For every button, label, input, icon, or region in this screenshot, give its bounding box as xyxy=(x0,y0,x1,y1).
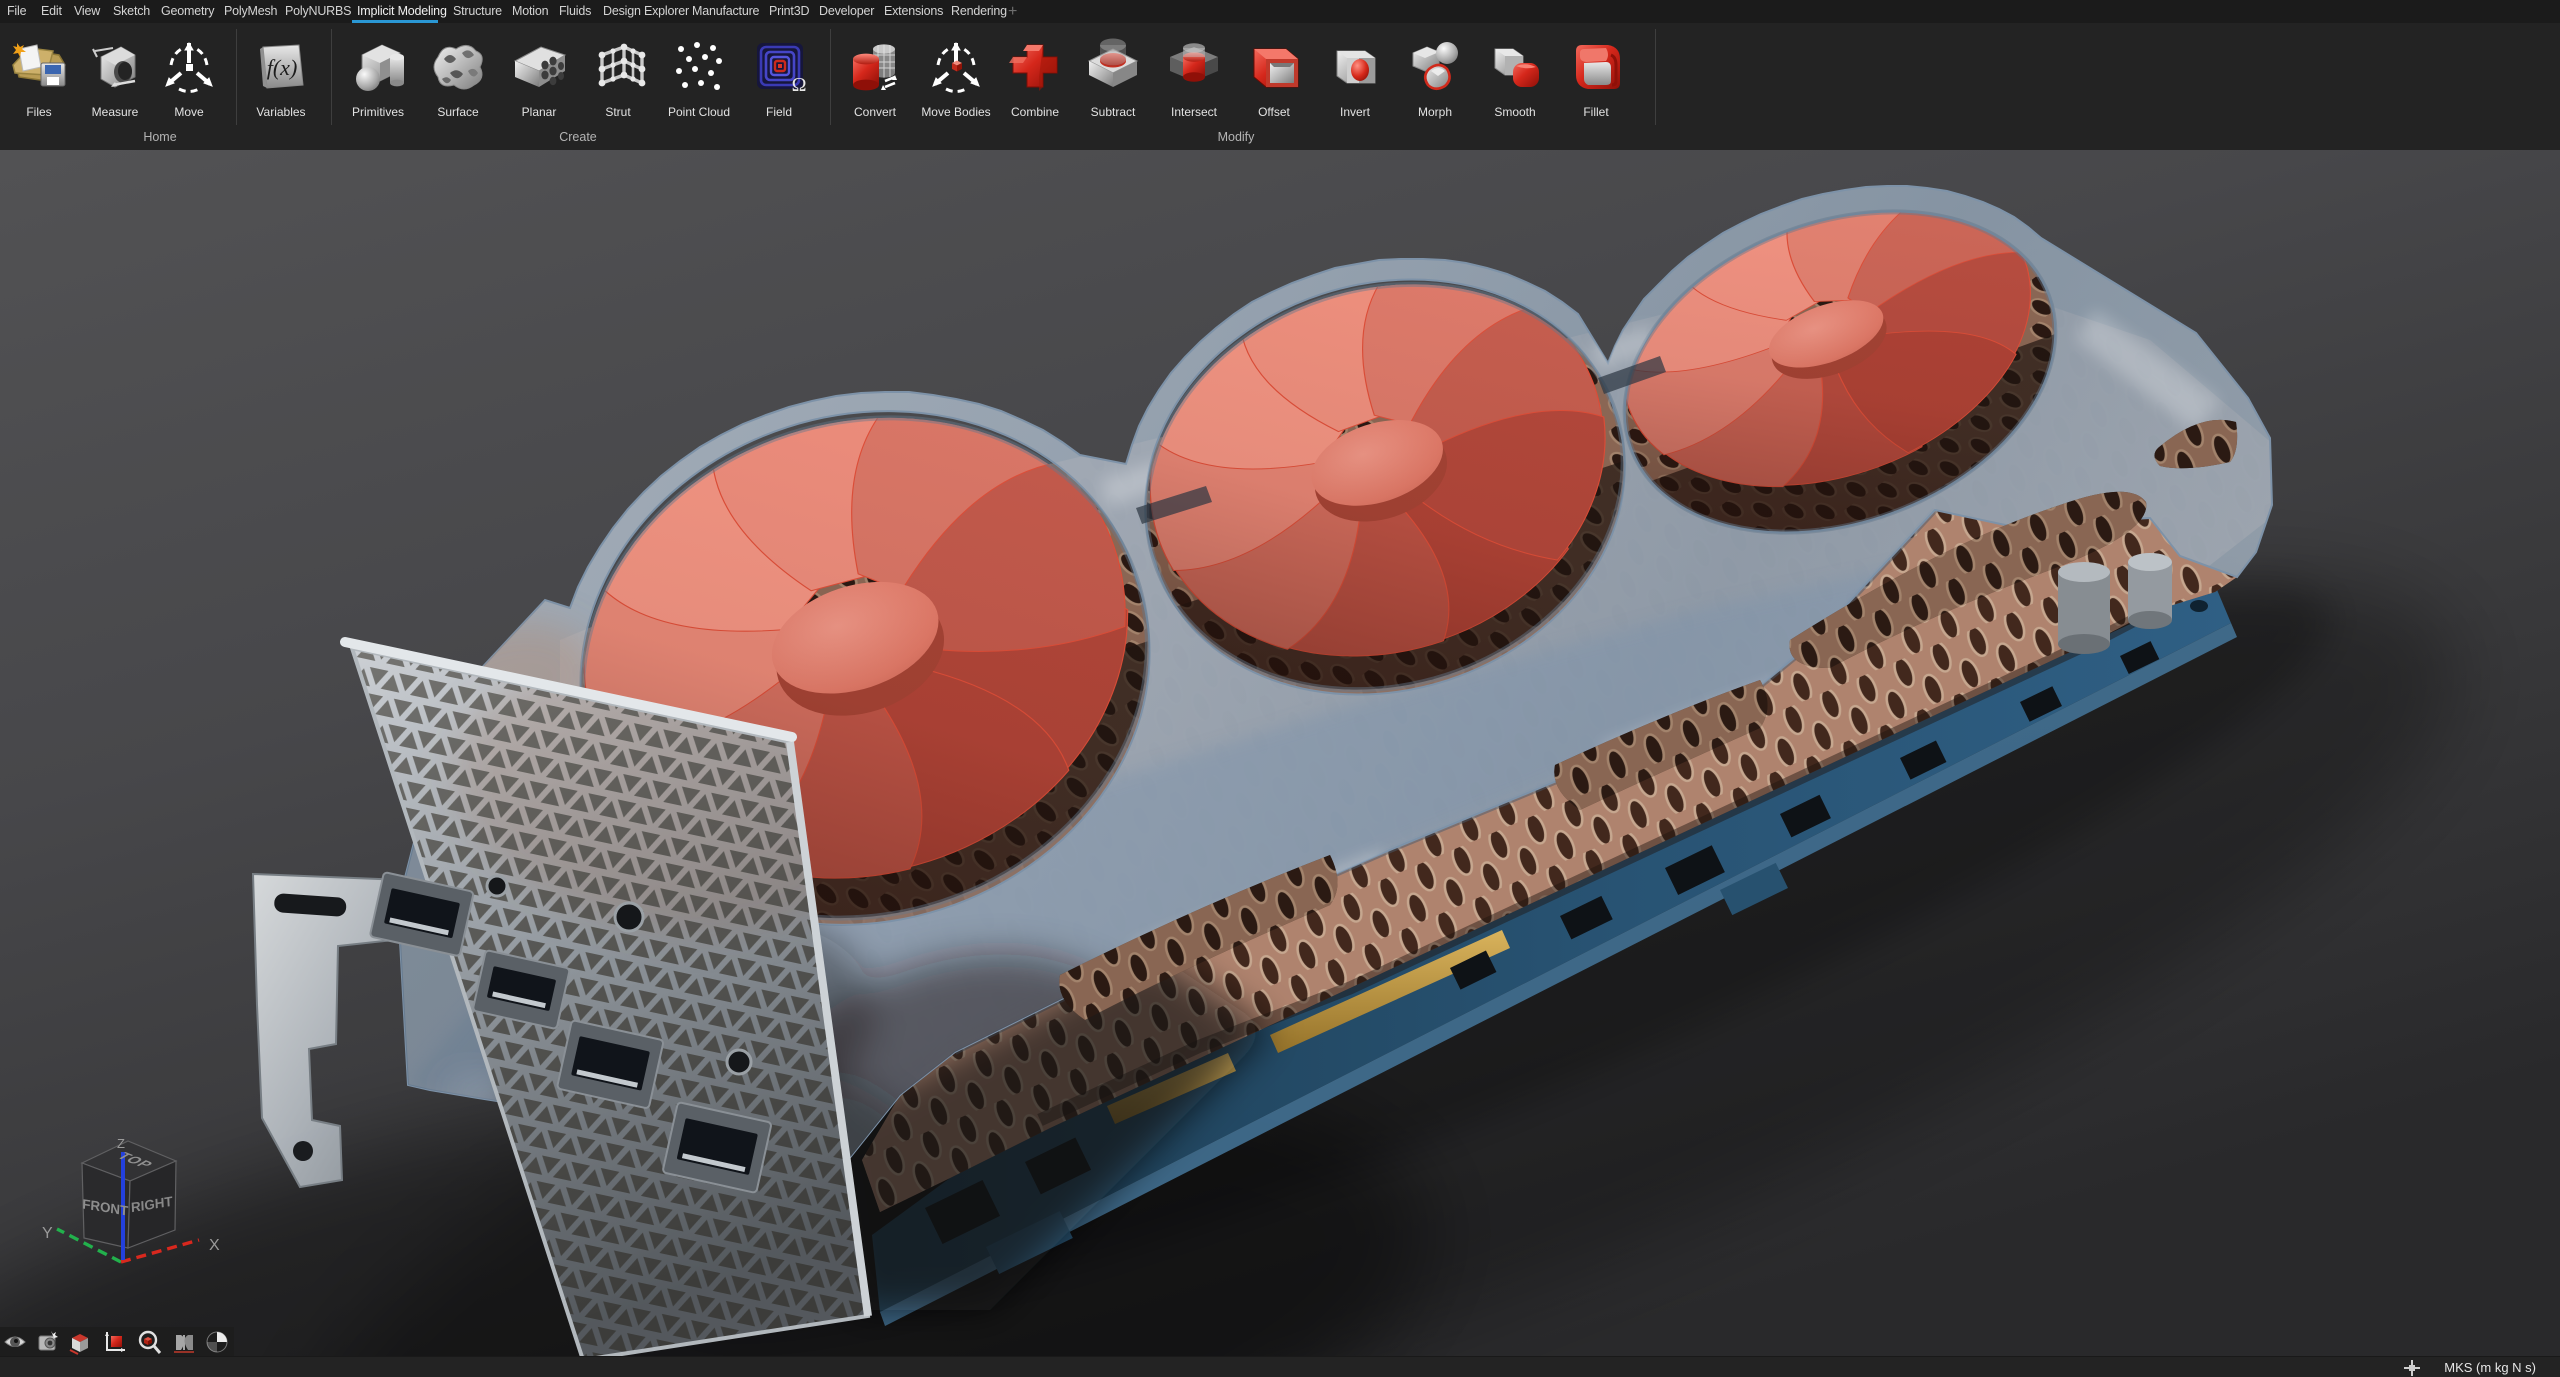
svg-text:Z: Z xyxy=(117,1136,125,1151)
svg-text:Ω: Ω xyxy=(792,74,807,96)
svg-text:Y: Y xyxy=(42,1225,53,1242)
svg-text:f(x): f(x) xyxy=(267,55,298,80)
svg-text:X: X xyxy=(209,1237,220,1254)
